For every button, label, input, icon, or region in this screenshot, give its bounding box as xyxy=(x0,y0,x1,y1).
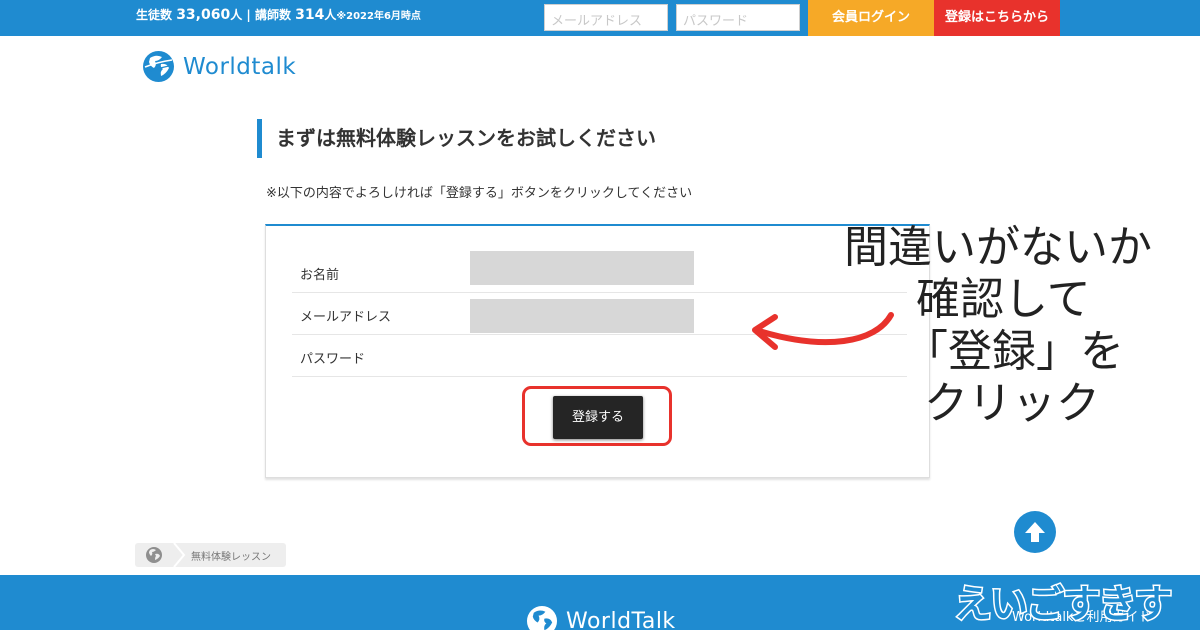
name-label: お名前 xyxy=(300,268,340,283)
top-bar: 生徒数 33,060人 | 講師数 314人※2022年6月時点 メールアドレス… xyxy=(0,0,1200,36)
email-value-redacted xyxy=(470,299,694,333)
annotation-line: 確認して xyxy=(916,274,1091,325)
students-count: 33,060 xyxy=(176,7,231,23)
page-title: まずは無料体験レッスンをお試しください xyxy=(257,119,656,158)
teachers-count: 314 xyxy=(295,7,325,23)
password-input[interactable]: パスワード xyxy=(676,4,800,31)
name-value-redacted xyxy=(470,251,694,285)
globe-icon xyxy=(143,51,174,82)
email-label: メールアドレス xyxy=(300,310,392,325)
chevron-right-icon xyxy=(173,543,186,567)
site-logo[interactable]: Worldtalk xyxy=(142,50,296,83)
stats-note: ※2022年6月時点 xyxy=(336,11,421,22)
submit-highlight: 登録する xyxy=(522,386,672,446)
stats-prefix: 生徒数 xyxy=(136,8,177,22)
register-submit-button[interactable]: 登録する xyxy=(553,396,643,439)
breadcrumb: 無料体験レッスン xyxy=(135,543,286,567)
teachers-suffix: 人 xyxy=(324,8,337,22)
register-here-button[interactable]: 登録はこちらから xyxy=(934,0,1060,36)
scroll-to-top-button[interactable] xyxy=(1014,511,1056,553)
annotation-line: 「登録」を xyxy=(904,326,1124,377)
annotation-text: 間違いがないか 確認して 「登録」を クリック xyxy=(844,222,1194,430)
form-row-name: お名前 xyxy=(292,251,907,293)
arrow-up-icon xyxy=(1025,522,1045,542)
member-login-button[interactable]: 会員ログイン xyxy=(808,0,934,36)
breadcrumb-current: 無料体験レッスン xyxy=(191,552,271,563)
footer-logo[interactable]: WorldTalk xyxy=(526,605,676,630)
watermark-text: えいごすきす xyxy=(952,581,1173,628)
site-stats: 生徒数 33,060人 | 講師数 314人※2022年6月時点 xyxy=(136,6,421,23)
globe-icon xyxy=(526,605,558,630)
globe-icon[interactable] xyxy=(145,546,163,564)
instruction-text: ※以下の内容でよろしければ「登録する」ボタンをクリックしてください xyxy=(266,186,693,201)
footer-logo-text: WorldTalk xyxy=(566,608,676,630)
password-label: パスワード xyxy=(300,352,366,367)
annotation-line: クリック xyxy=(924,378,1100,429)
annotation-line: 間違いがないか xyxy=(844,222,1152,273)
logo-text: Worldtalk xyxy=(183,53,297,80)
site-watermark: えいごすきす xyxy=(940,573,1198,630)
email-input[interactable]: メールアドレス xyxy=(544,4,668,31)
students-suffix: 人 | 講師数 xyxy=(230,8,296,22)
